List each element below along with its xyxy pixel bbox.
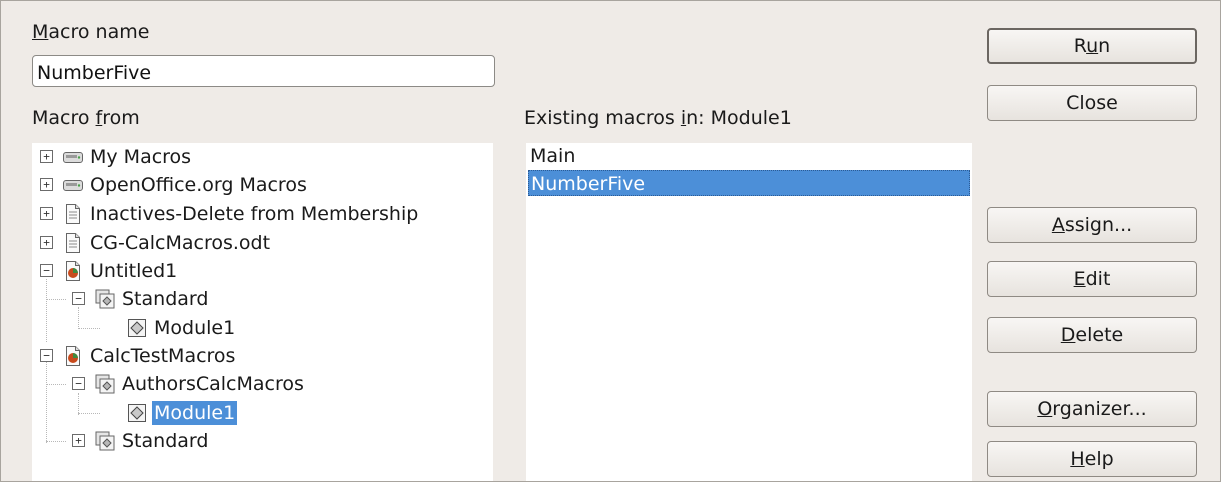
expand-icon[interactable]: + [40,207,53,220]
run-label-pre: R [1073,35,1087,57]
tree-node[interactable]: Module1 [32,399,493,427]
macro-library-tree[interactable]: + My Macros + OpenOffice.org Macros + Inactiv… [32,143,493,481]
macro-name-label-text: acro name [48,21,150,43]
tree-node-label: AuthorsCalcMacros [122,373,304,395]
expand-icon[interactable]: + [40,236,53,249]
organizer-mnemonic: O [1037,398,1053,420]
tree-node[interactable]: + CG-CalcMacros.odt [32,229,493,257]
tree-node[interactable]: + OpenOffice.org Macros [32,171,493,199]
edit-label: dit [1085,268,1111,290]
tree-node-label: Standard [122,430,209,452]
drive-icon [62,146,84,168]
tree-node[interactable]: + Standard [32,427,493,455]
delete-button[interactable]: Delete [987,317,1197,353]
macro-name-label: Macro name [32,21,149,43]
tree-node[interactable]: − Standard [32,285,493,313]
edit-button[interactable]: Edit [987,261,1197,297]
help-button[interactable]: Help [987,441,1197,477]
close-button[interactable]: Close [987,85,1197,121]
library-icon [94,430,116,452]
tree-node-label: Module1 [154,317,236,339]
existing-label-post: n: Module1 [686,107,792,129]
tree-node[interactable]: − CalcTestMacros [32,342,493,370]
macro-name-input[interactable] [32,55,495,87]
module-icon [126,317,148,339]
tree-node-label: Untitled1 [90,260,178,282]
macro-from-label-post: rom [102,107,140,129]
collapse-icon[interactable]: − [72,292,85,305]
collapse-icon[interactable]: − [72,377,85,390]
existing-macros-list[interactable]: Main NumberFive [526,143,972,481]
tree-node[interactable]: + Inactives-Delete from Membership [32,200,493,228]
tree-node[interactable]: − Untitled1 [32,257,493,285]
existing-macros-label: Existing macros in: Module1 [524,107,792,129]
library-icon [94,373,116,395]
existing-label-pre: Existing macros [524,107,681,129]
help-mnemonic: H [1070,448,1085,470]
edit-mnemonic: E [1073,268,1086,290]
macro-list-item[interactable]: Main [528,143,970,169]
drive-icon [62,174,84,196]
assign-button[interactable]: Assign... [987,207,1197,243]
organizer-button[interactable]: Organizer... [987,391,1197,427]
delete-label: elete [1075,324,1124,346]
run-label-post: n [1098,35,1111,57]
expand-icon[interactable]: + [40,150,53,163]
tree-node[interactable]: Module1 [32,314,493,342]
spreadsheet-icon [62,260,84,282]
expand-icon[interactable]: + [40,178,53,191]
tree-node-label: OpenOffice.org Macros [90,174,307,196]
tree-node-label: CalcTestMacros [90,345,236,367]
library-icon [94,288,116,310]
tree-node[interactable]: − AuthorsCalcMacros [32,370,493,398]
tree-node[interactable]: + My Macros [32,143,493,171]
macro-list-item[interactable]: NumberFive [528,170,970,196]
spreadsheet-icon [62,345,84,367]
run-button[interactable]: Run [987,28,1197,64]
collapse-icon[interactable]: − [40,264,53,277]
delete-mnemonic: D [1060,324,1076,346]
document-icon [62,232,84,254]
assign-mnemonic: A [1051,214,1065,236]
collapse-icon[interactable]: − [40,349,53,362]
run-mnemonic: u [1086,35,1099,57]
macro-from-label-pre: Macro [32,107,96,129]
close-label: Close [1066,92,1118,114]
expand-icon[interactable]: + [72,434,85,447]
document-icon [62,203,84,225]
tree-node-label: Module1 [152,401,238,425]
tree-node-label: Standard [122,288,209,310]
assign-label: ssign... [1064,214,1133,236]
tree-node-label: Inactives-Delete from Membership [90,203,419,225]
help-label: elp [1084,448,1114,470]
run-macro-dialog: Macro name Macro from Existing macros in… [0,0,1221,482]
tree-node-label: CG-CalcMacros.odt [90,232,271,254]
tree-node-label: My Macros [90,146,192,168]
organizer-label: rganizer... [1052,398,1147,420]
module-icon [126,402,148,424]
macro-name-mnemonic: M [32,21,49,43]
macro-from-label: Macro from [32,107,140,129]
